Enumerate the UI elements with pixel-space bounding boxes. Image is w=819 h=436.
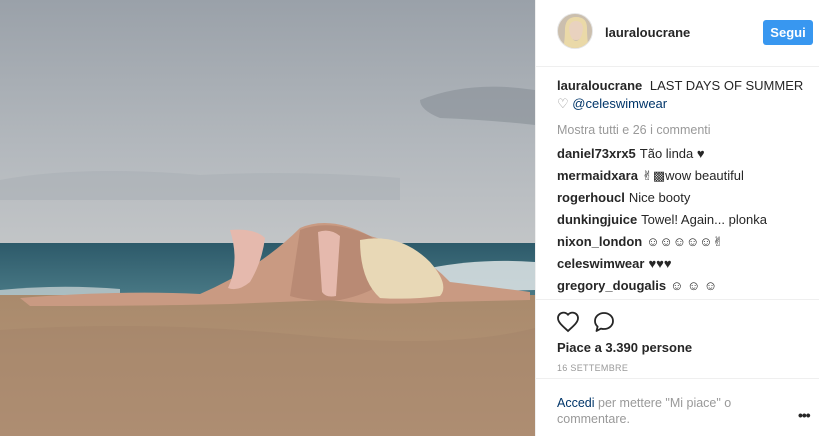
comment-username[interactable]: daniel73xrx5 <box>557 146 636 161</box>
comment-username[interactable]: dunkingjuice <box>557 212 637 227</box>
caption-username[interactable]: lauraloucrane <box>557 78 642 93</box>
comment-text: ☺ ☺ ☺ <box>670 278 718 293</box>
comment-username[interactable]: gregory_dougalis <box>557 278 666 293</box>
post-footer: Accedi per mettere "Mi piace" o commenta… <box>536 378 819 436</box>
list-item: rogerhoucl Nice booty <box>557 189 807 207</box>
caption-mention-link[interactable]: @celeswimwear <box>572 96 667 111</box>
post-header: lauraloucrane Segui <box>536 0 819 67</box>
post-panel: lauraloucrane Segui lauraloucrane LAST D… <box>535 0 819 436</box>
login-prompt: Accedi per mettere "Mi piace" o commenta… <box>557 395 757 427</box>
caption-text: LAST DAYS OF SUMMER <box>649 78 804 93</box>
post-caption: lauraloucrane LAST DAYS OF SUMMER ♡ @cel… <box>557 77 807 113</box>
list-item: nixon_london ☺☺☺☺☺✌︎ <box>557 233 807 251</box>
avatar-image <box>558 14 592 48</box>
list-item: gregory_dougalis ☺ ☺ ☺ <box>557 277 807 295</box>
comment-username[interactable]: mermaidxara <box>557 168 638 183</box>
follow-button[interactable]: Segui <box>763 20 813 45</box>
post-author-username[interactable]: lauraloucrane <box>605 25 690 40</box>
post-date: 16 SETTEMBRE <box>557 363 629 373</box>
likes-count[interactable]: Piace a 3.390 persone <box>557 340 692 355</box>
login-link[interactable]: Accedi <box>557 396 595 410</box>
comment-text: ✌︎▩wow beautiful <box>641 168 744 183</box>
heart-outline-icon[interactable] <box>556 310 580 334</box>
more-options-icon[interactable]: ••• <box>798 407 811 423</box>
comment-username[interactable]: rogerhoucl <box>557 190 625 205</box>
comment-text: Towel! Again... plonka <box>641 212 767 227</box>
avatar[interactable] <box>557 13 593 49</box>
list-item: celeswimwear ♥♥♥ <box>557 255 807 273</box>
comment-text: ☺☺☺☺☺✌︎ <box>646 234 724 249</box>
list-item: daniel73xrx5 Tão linda ♥ <box>557 145 807 163</box>
speech-bubble-icon[interactable] <box>592 310 616 334</box>
view-all-comments-link[interactable]: Mostra tutti e 26 i commenti <box>557 121 807 139</box>
list-item: mermaidxara ✌︎▩wow beautiful <box>557 167 807 185</box>
comment-text: ♥♥♥ <box>648 256 672 271</box>
comment-text: Nice booty <box>628 190 691 205</box>
comment-username[interactable]: celeswimwear <box>557 256 644 271</box>
comment-text: Tão linda ♥ <box>639 146 705 161</box>
comment-username[interactable]: nixon_london <box>557 234 642 249</box>
list-item: dunkingjuice Towel! Again... plonka <box>557 211 807 229</box>
post-photo[interactable] <box>0 0 535 436</box>
heart-small-icon: ♡ <box>557 96 569 111</box>
comments-list[interactable]: lauraloucrane LAST DAYS OF SUMMER ♡ @cel… <box>557 77 807 299</box>
